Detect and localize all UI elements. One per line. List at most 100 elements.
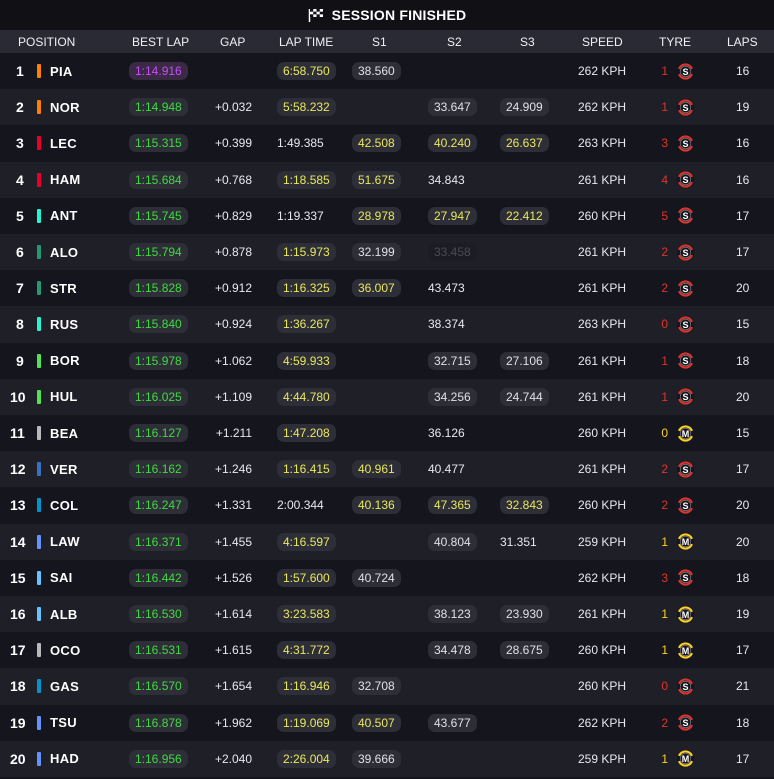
lap-time-cell: 1:16.325 [277, 270, 336, 306]
column-header-lap-time[interactable]: LAP TIME [279, 35, 333, 49]
s1-time: 32.199 [352, 243, 401, 262]
table-row[interactable]: 12 VER 1:16.162 +1.246 1:16.415 40.961 40.477 2… [0, 451, 774, 488]
s1-time-cell: 40.136 [352, 487, 401, 523]
lap-count: 18 [736, 715, 750, 730]
top-speed: 262 KPH [578, 570, 627, 585]
laps-cell: 19 [736, 89, 749, 125]
speed-cell: 259 KPH [578, 741, 626, 777]
lap-time-cell: 4:16.597 [277, 524, 336, 560]
s3-time-cell: 31.351 [500, 524, 537, 560]
table-row[interactable]: 18 GAS 1:16.570 +1.654 1:16.946 32.708 260 KPH… [0, 668, 774, 705]
table-row[interactable]: 1 PIA 1:14.916 6:58.750 38.560 262 KPH 1 S 16 [0, 53, 774, 89]
speed-cell: 263 KPH [578, 125, 626, 161]
table-row[interactable]: 8 RUS 1:15.840 +0.924 1:36.267 38.374 263 KPH 0… [0, 306, 774, 343]
speed-cell: 261 KPH [578, 451, 626, 487]
lap-count: 15 [736, 426, 750, 441]
soft-tyre-icon: S [676, 207, 695, 225]
lap-time: 1:16.325 [277, 279, 336, 298]
tyre-cell: 3S [658, 560, 695, 596]
lap-time: 4:44.780 [277, 387, 336, 406]
table-row[interactable]: 16 ALB 1:16.530 +1.614 3:23.583 38.123 23.930 2… [0, 596, 774, 633]
tyre-age: 2 [661, 498, 668, 513]
gap-cell [0, 53, 252, 89]
column-header-position[interactable]: POSITION [18, 35, 75, 49]
s3-time-cell: 23.930 [500, 596, 549, 632]
gap-cell: +1.211 [0, 415, 252, 451]
lap-time: 4:31.772 [277, 641, 336, 660]
speed-cell: 260 KPH [578, 198, 626, 234]
table-row[interactable]: 14 LAW 1:16.371 +1.455 4:16.597 40.804 31.351 2… [0, 523, 774, 560]
gap-value: +1.526 [214, 570, 252, 585]
s1-time: 42.508 [352, 134, 401, 153]
tyre-cell: 1S [658, 89, 695, 125]
s1-time: 36.007 [352, 279, 401, 298]
lap-time: 2:26.004 [277, 749, 336, 768]
table-row[interactable]: 2 NOR 1:14.948 +0.032 5:58.232 33.647 24.909 26… [0, 89, 774, 126]
laps-cell: 19 [736, 596, 749, 632]
column-header-gap[interactable]: GAP [220, 35, 245, 49]
table-row[interactable]: 3 LEC 1:15.315 +0.399 1:49.385 42.508 40.240 26… [0, 125, 774, 161]
lap-count: 19 [736, 100, 750, 115]
tyre-age: 1 [661, 64, 668, 79]
s2-time: 47.365 [428, 496, 477, 515]
tyre-cell: 1S [658, 379, 695, 415]
lap-count: 19 [736, 607, 750, 622]
s2-time-cell: 40.804 [428, 524, 477, 560]
table-row[interactable]: 7 STR 1:15.828 +0.912 1:16.325 36.007 43.473 26… [0, 270, 774, 306]
table-row[interactable]: 5 ANT 1:15.745 +0.829 1:19.337 28.978 27.947 22… [0, 198, 774, 234]
table-row[interactable]: 4 HAM 1:15.684 +0.768 1:18.585 51.675 34.843 26… [0, 161, 774, 198]
lap-count: 20 [736, 498, 750, 513]
tyre-age: 0 [661, 317, 668, 332]
laps-cell: 15 [736, 306, 749, 342]
lap-time: 1:16.946 [277, 677, 336, 696]
column-header-s2[interactable]: S2 [447, 35, 462, 49]
svg-text:S: S [682, 211, 688, 221]
s1-time-cell: 36.007 [352, 270, 401, 306]
gap-value: +1.246 [214, 462, 252, 477]
s2-time-cell: 34.478 [428, 632, 477, 668]
s3-time: 22.412 [500, 206, 549, 225]
speed-cell: 261 KPH [578, 596, 626, 632]
column-header-tyre[interactable]: TYRE [659, 35, 691, 49]
gap-cell: +0.912 [0, 270, 252, 306]
table-row[interactable]: 9 BOR 1:15.978 +1.062 4:59.933 32.715 27.106 26… [0, 343, 774, 379]
s3-time-cell: 32.843 [500, 487, 549, 523]
table-row[interactable]: 20 HAD 1:16.956 +2.040 2:26.004 39.666 259 KPH… [0, 740, 774, 777]
s2-time: 27.947 [428, 206, 477, 225]
lap-count: 18 [736, 570, 750, 585]
table-row[interactable]: 11 BEA 1:16.127 +1.211 1:47.208 36.126 260 KPH… [0, 415, 774, 451]
table-row[interactable]: 17 OCO 1:16.531 +1.615 4:31.772 34.478 28.675 2… [0, 632, 774, 668]
table-row[interactable]: 19 TSU 1:16.878 +1.962 1:19.069 40.507 43.677 2… [0, 705, 774, 741]
lap-time-cell: 1:36.267 [277, 306, 336, 342]
top-speed: 261 KPH [578, 462, 627, 477]
gap-value: +0.032 [214, 100, 252, 115]
lap-time: 1:19.069 [277, 713, 336, 732]
svg-text:S: S [682, 284, 688, 294]
gap-value: +0.924 [214, 317, 252, 332]
soft-tyre-icon: S [676, 243, 695, 261]
lap-time-cell: 1:57.600 [277, 560, 336, 596]
s3-time: 32.843 [500, 496, 549, 515]
column-header-s1[interactable]: S1 [372, 35, 387, 49]
tyre-cell: 1M [658, 596, 695, 632]
svg-text:S: S [682, 718, 688, 728]
top-speed: 259 KPH [578, 751, 627, 766]
table-row[interactable]: 6 ALO 1:15.794 +0.878 1:15.973 32.199 33.458 26… [0, 234, 774, 271]
medium-tyre-icon: M [676, 533, 695, 551]
column-header-laps[interactable]: LAPS [727, 35, 758, 49]
s1-time-cell: 38.560 [352, 53, 401, 89]
lap-time-cell: 4:44.780 [277, 379, 336, 415]
laps-cell: 17 [736, 632, 749, 668]
column-header-speed[interactable]: SPEED [582, 35, 623, 49]
table-row[interactable]: 15 SAI 1:16.442 +1.526 1:57.600 40.724 262 KPH… [0, 560, 774, 596]
speed-cell: 261 KPH [578, 379, 626, 415]
s3-time: 24.744 [500, 387, 549, 406]
tyre-cell: 1M [658, 632, 695, 668]
table-row[interactable]: 13 COL 1:16.247 +1.331 2:00.344 40.136 47.365 3… [0, 487, 774, 523]
table-header: POSITION BEST LAP GAP LAP TIME S1 S2 S3 … [0, 30, 774, 53]
soft-tyre-icon: S [676, 388, 695, 406]
table-row[interactable]: 10 HUL 1:16.025 +1.109 4:44.780 34.256 24.744 2… [0, 378, 774, 415]
column-header-best-lap[interactable]: BEST LAP [132, 35, 189, 49]
column-header-s3[interactable]: S3 [520, 35, 535, 49]
tyre-age: 3 [661, 136, 668, 151]
